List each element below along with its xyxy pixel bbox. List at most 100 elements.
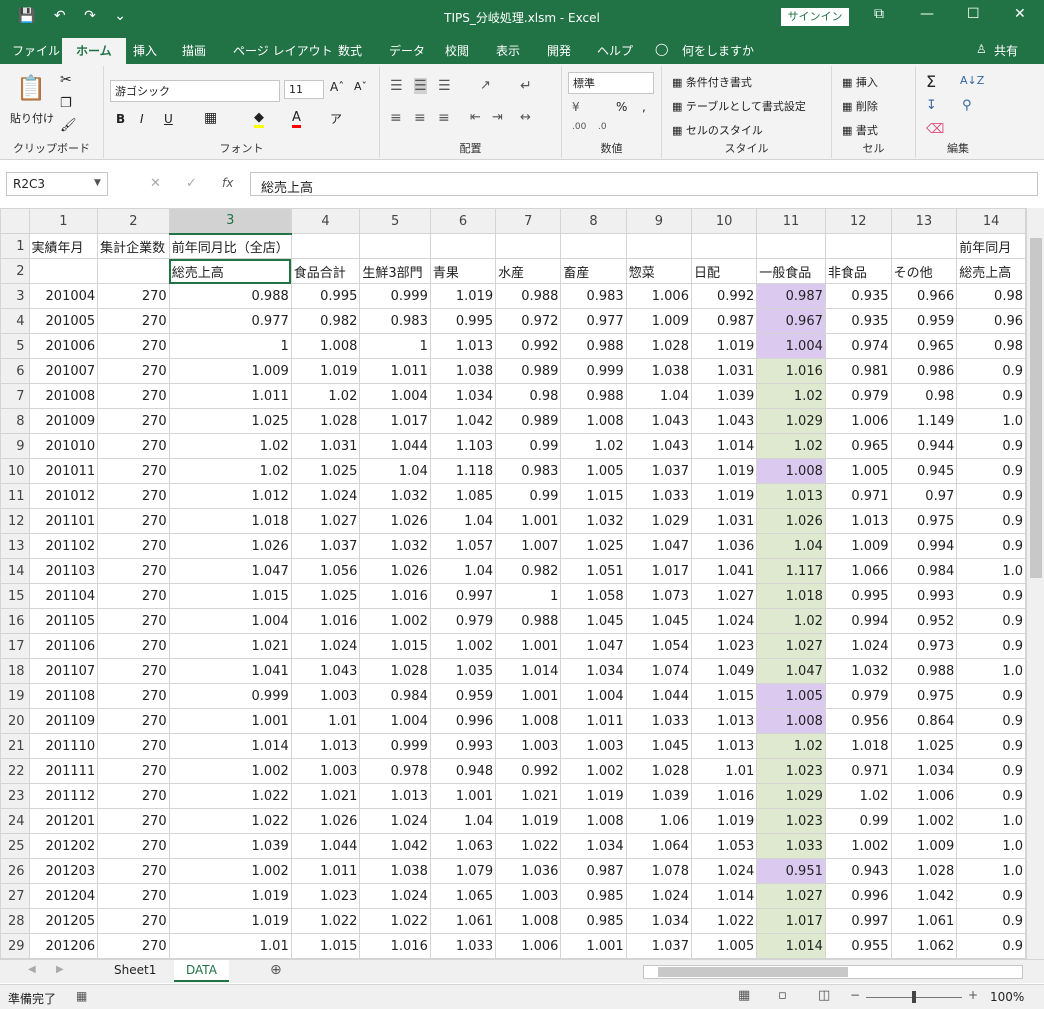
cell[interactable]: 270: [97, 933, 170, 959]
cell[interactable]: 1.021: [495, 783, 562, 809]
cell[interactable]: 一般食品: [756, 258, 826, 284]
tab-formulas[interactable]: 数式: [338, 42, 362, 59]
cell[interactable]: 0.988: [890, 658, 958, 684]
cell[interactable]: 0.9: [956, 383, 1026, 409]
cell[interactable]: 実績年月: [28, 233, 99, 259]
cell[interactable]: 0.98: [956, 283, 1026, 309]
cell[interactable]: 0.965: [890, 333, 958, 359]
zoom-out-icon[interactable]: −: [850, 988, 860, 1002]
cell[interactable]: 201101: [28, 508, 99, 534]
cell[interactable]: 201104: [28, 583, 99, 609]
page-break-view-icon[interactable]: ◫: [818, 988, 830, 1003]
column-header[interactable]: 9: [625, 208, 692, 234]
column-header[interactable]: 6: [429, 208, 497, 234]
cell[interactable]: 1.009: [168, 358, 292, 384]
cancel-icon[interactable]: ✕: [150, 176, 161, 191]
cell[interactable]: 1.034: [625, 908, 692, 934]
sheet-tab-data[interactable]: DATA: [174, 960, 229, 982]
row-header[interactable]: 26: [0, 858, 30, 884]
cell[interactable]: 1.033: [625, 708, 692, 734]
cell[interactable]: 1.029: [625, 508, 692, 534]
cell[interactable]: 1.022: [168, 808, 292, 834]
cell[interactable]: 0.9: [956, 483, 1026, 509]
cell[interactable]: 1.043: [625, 433, 692, 459]
cell[interactable]: 1.019: [690, 808, 758, 834]
cell[interactable]: 1.016: [359, 933, 431, 959]
cell[interactable]: 0.997: [824, 908, 892, 934]
row-header[interactable]: 14: [0, 558, 30, 584]
cell[interactable]: 1.015: [290, 933, 361, 959]
cell[interactable]: 1.032: [824, 658, 892, 684]
cell[interactable]: 1.029: [756, 408, 826, 434]
horizontal-scroll-thumb[interactable]: [658, 967, 848, 977]
cell[interactable]: 1.028: [890, 858, 958, 884]
cell[interactable]: 1.008: [560, 408, 627, 434]
cell[interactable]: 1.022: [495, 833, 562, 859]
cell[interactable]: 0.944: [890, 433, 958, 459]
cell[interactable]: 1.041: [690, 558, 758, 584]
cell[interactable]: 1.003: [290, 683, 361, 709]
cell[interactable]: 0.98: [956, 333, 1026, 359]
cell[interactable]: 1.009: [824, 533, 892, 559]
merge-center-icon[interactable]: ↔: [520, 110, 531, 125]
cell[interactable]: 0.988: [168, 283, 292, 309]
delete-cells-button[interactable]: ▦ 削除: [842, 98, 878, 114]
cell[interactable]: 0.9: [956, 608, 1026, 634]
cell[interactable]: 201103: [28, 558, 99, 584]
cell[interactable]: 1.044: [359, 433, 431, 459]
cell[interactable]: 0.999: [168, 683, 292, 709]
cell[interactable]: 1.019: [690, 458, 758, 484]
conditional-format-button[interactable]: ▦ 条件付き書式: [672, 74, 752, 90]
cell[interactable]: 1.026: [290, 808, 361, 834]
cell[interactable]: 1.003: [495, 733, 562, 759]
cell[interactable]: 1.017: [625, 558, 692, 584]
cell[interactable]: 0.993: [429, 733, 497, 759]
bold-button[interactable]: B: [116, 112, 125, 126]
cell[interactable]: 1.0: [956, 833, 1026, 859]
cell[interactable]: 0.9: [956, 933, 1026, 959]
macro-record-icon[interactable]: ▦: [76, 989, 87, 1003]
cell[interactable]: 1.032: [359, 533, 431, 559]
enter-icon[interactable]: ✓: [186, 176, 197, 191]
cell[interactable]: 1.024: [625, 883, 692, 909]
sheet-next-icon[interactable]: ▶: [56, 964, 64, 975]
cell[interactable]: 1.026: [168, 533, 292, 559]
cell[interactable]: 1.061: [890, 908, 958, 934]
row-header[interactable]: 16: [0, 608, 30, 634]
cell[interactable]: 1.013: [756, 483, 826, 509]
cell[interactable]: 1.026: [359, 558, 431, 584]
cell[interactable]: 1.032: [560, 508, 627, 534]
cell[interactable]: 1.02: [560, 433, 627, 459]
cell[interactable]: 0.9: [956, 733, 1026, 759]
cell[interactable]: 0.989: [495, 358, 562, 384]
column-header[interactable]: 3: [168, 208, 292, 235]
number-format-select[interactable]: 標準: [568, 72, 654, 94]
cell[interactable]: 0.945: [890, 458, 958, 484]
cell[interactable]: 1.005: [560, 458, 627, 484]
cell[interactable]: 201108: [28, 683, 99, 709]
cell[interactable]: 1.012: [168, 483, 292, 509]
cell[interactable]: 270: [97, 808, 170, 834]
cell[interactable]: 総売上高: [168, 258, 292, 284]
share-button[interactable]: 共有: [994, 42, 1018, 59]
format-painter-icon[interactable]: 🖌: [60, 118, 77, 133]
cell[interactable]: 1.025: [890, 733, 958, 759]
cell[interactable]: 0.9: [956, 783, 1026, 809]
cell[interactable]: 0.982: [495, 558, 562, 584]
cell[interactable]: 0.9: [956, 683, 1026, 709]
cell[interactable]: 1.025: [168, 408, 292, 434]
cell[interactable]: 日配: [690, 258, 758, 284]
cell[interactable]: 1.013: [429, 333, 497, 359]
row-header[interactable]: 6: [0, 358, 30, 384]
cell[interactable]: 1.047: [168, 558, 292, 584]
cell[interactable]: 0.9: [956, 508, 1026, 534]
cell[interactable]: [429, 233, 497, 259]
tab-home[interactable]: ホーム: [62, 38, 126, 64]
column-header[interactable]: 13: [890, 208, 958, 234]
cell[interactable]: 1.003: [560, 733, 627, 759]
cell[interactable]: 1.015: [168, 583, 292, 609]
row-header[interactable]: 9: [0, 433, 30, 459]
cell[interactable]: 201202: [28, 833, 99, 859]
row-header[interactable]: 3: [0, 283, 30, 309]
column-header[interactable]: 8: [560, 208, 627, 234]
